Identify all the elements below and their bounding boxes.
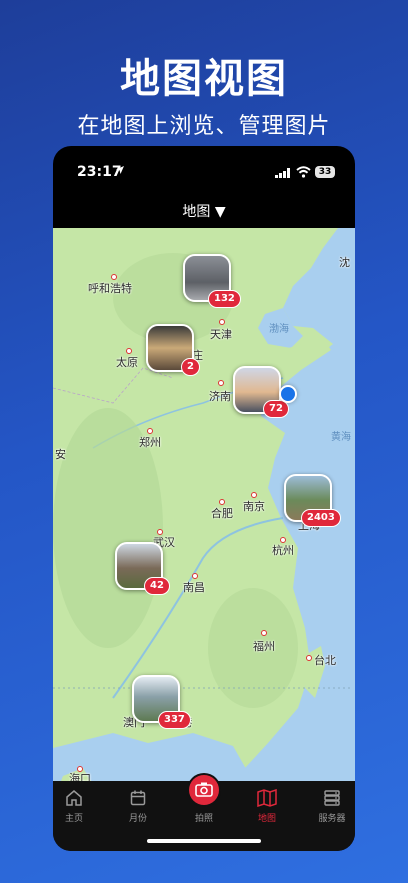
sea-label: 黄海 (331, 432, 351, 443)
battery-indicator: 33 (315, 166, 335, 178)
promo-title: 地图视图 (120, 56, 288, 102)
city-label: 天津 (210, 328, 232, 341)
promo-subtitle: 在地图上浏览、管理图片 (77, 114, 331, 139)
tab-home[interactable]: 主页 (53, 789, 99, 824)
city-marker (219, 319, 225, 325)
city-label: 南京 (243, 500, 265, 513)
calendar-icon (130, 790, 146, 806)
city-marker (306, 655, 312, 661)
city-label: 沈 (339, 256, 350, 269)
sea-label: 渤海 (269, 324, 289, 335)
phone-frame: 23:17 33 地图 ▼ 呼和浩特 天津 太原 庄 济南 郑州 安 合肥 南京… (53, 146, 355, 851)
tab-month[interactable]: 月份 (113, 789, 163, 824)
home-icon (66, 790, 82, 806)
city-marker (218, 380, 224, 386)
tab-label: 主页 (64, 814, 83, 824)
cluster-count-badge: 2 (181, 358, 200, 376)
tab-server[interactable]: 服务器 (307, 789, 355, 824)
server-icon (324, 790, 340, 806)
cluster-count-badge: 132 (208, 290, 241, 308)
city-label: 合肥 (211, 507, 233, 520)
status-bar: 23:17 33 (53, 146, 355, 192)
map-title-dropdown[interactable]: 地图 ▼ (53, 201, 355, 221)
home-indicator (147, 839, 261, 843)
current-location-dot (279, 385, 297, 403)
city-label: 济南 (209, 390, 231, 403)
location-arrow-icon (116, 166, 124, 174)
signal-icon (275, 168, 290, 178)
city-label: 南昌 (183, 581, 205, 594)
city-marker (261, 630, 267, 636)
tab-label: 地图 (257, 814, 276, 824)
map-icon (257, 789, 277, 807)
tab-label: 服务器 (318, 814, 346, 824)
map-view[interactable]: 呼和浩特 天津 太原 庄 济南 郑州 安 合肥 南京 上海 杭州 武汉 长沙 南… (53, 228, 355, 781)
tab-camera[interactable]: 拍照 (179, 811, 229, 824)
city-label: 杭州 (272, 544, 294, 557)
city-label: 呼和浩特 (88, 282, 132, 295)
cluster-count-badge: 42 (144, 577, 170, 595)
city-label: 郑州 (139, 436, 161, 449)
camera-icon (195, 782, 213, 797)
city-label: 太原 (116, 356, 138, 369)
tab-label: 月份 (128, 814, 147, 824)
tab-map[interactable]: 地图 (242, 789, 292, 824)
city-label: 福州 (253, 640, 275, 653)
wifi-icon (296, 166, 311, 178)
tab-label: 拍照 (194, 814, 213, 824)
city-label: 海口 (69, 772, 91, 781)
cluster-count-badge: 337 (158, 711, 191, 729)
city-label: 安 (55, 448, 66, 461)
cluster-count-badge: 2403 (301, 509, 341, 527)
city-label: 台北 (314, 654, 336, 667)
camera-button[interactable] (189, 775, 219, 805)
tab-bar: 主页 月份 拍照 地图 服务器 (53, 775, 355, 851)
